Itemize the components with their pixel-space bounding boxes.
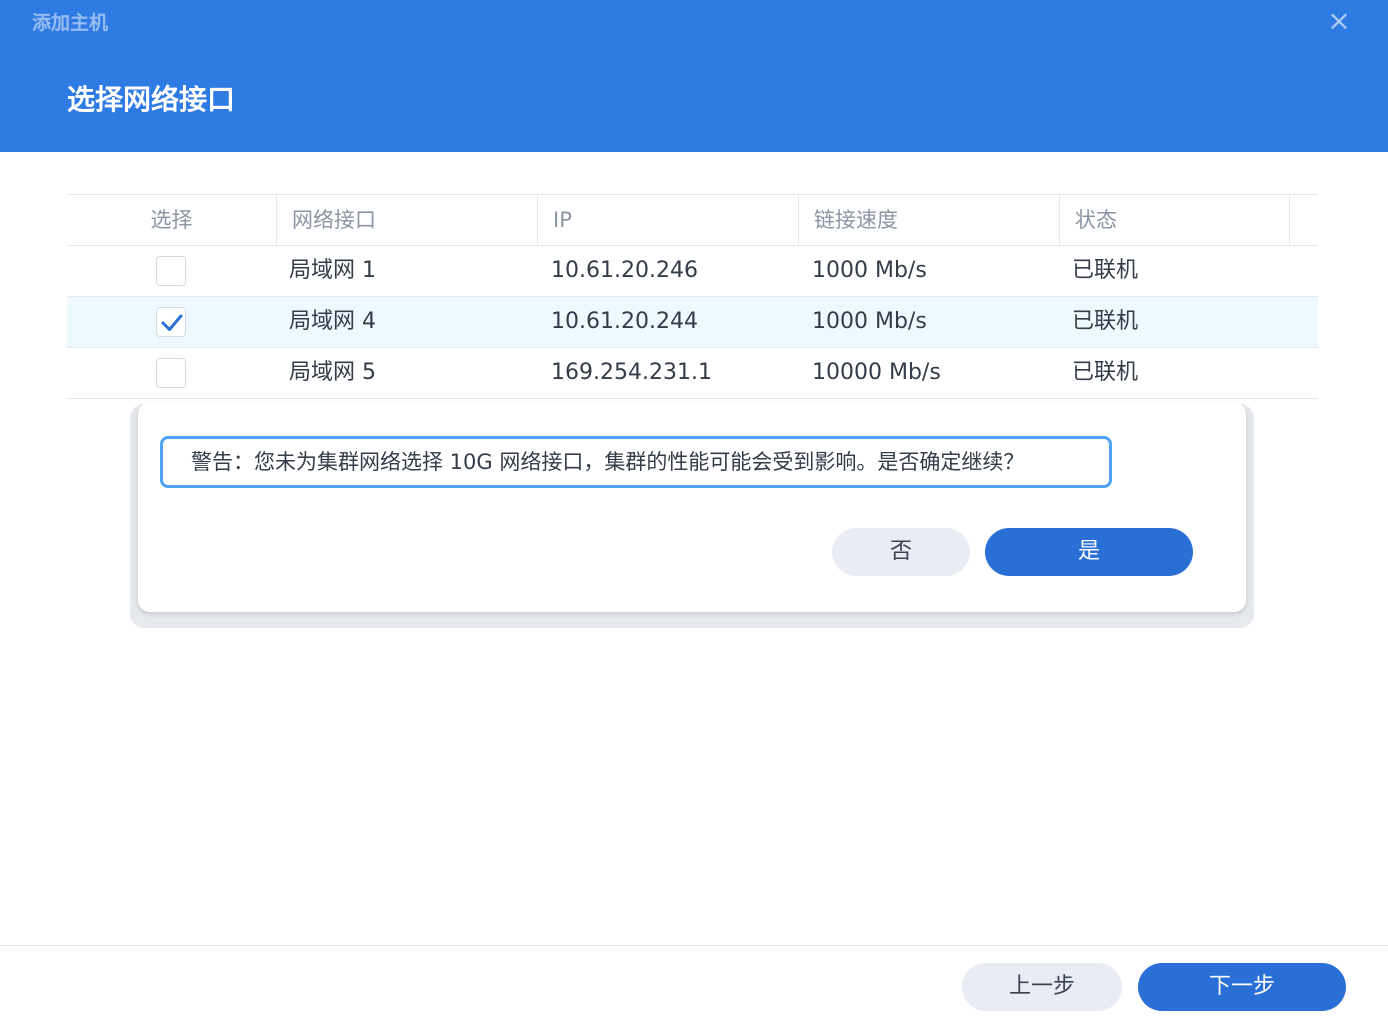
status-cell: 已联机 xyxy=(1072,258,1139,283)
footer-divider xyxy=(0,945,1388,946)
previous-step-button[interactable]: 上一步 xyxy=(962,963,1122,1011)
yes-button[interactable]: 是 xyxy=(985,528,1193,576)
network-interface-table: 选择 网络接口 IP 链接速度 状态 局域网 1 10.61.20.246 10… xyxy=(67,194,1318,399)
interface-cell: 局域网 1 xyxy=(289,258,376,283)
table-row[interactable]: 局域网 1 10.61.20.246 1000 Mb/s 已联机 xyxy=(67,246,1318,297)
status-cell: 已联机 xyxy=(1072,309,1139,334)
speed-cell: 1000 Mb/s xyxy=(812,309,927,334)
speed-cell: 10000 Mb/s xyxy=(812,360,941,385)
ip-cell: 10.61.20.244 xyxy=(551,309,698,334)
status-cell: 已联机 xyxy=(1072,360,1139,385)
next-step-button[interactable]: 下一步 xyxy=(1138,963,1346,1011)
speed-cell: 1000 Mb/s xyxy=(812,258,927,283)
row-checkbox[interactable] xyxy=(156,358,186,388)
close-icon[interactable]: × xyxy=(1322,4,1356,38)
page-title: 选择网络接口 xyxy=(67,83,236,116)
ip-cell: 169.254.231.1 xyxy=(551,360,712,385)
table-row[interactable]: 局域网 4 10.61.20.244 1000 Mb/s 已联机 xyxy=(67,297,1318,348)
ip-cell: 10.61.20.246 xyxy=(551,258,698,283)
row-checkbox[interactable] xyxy=(156,256,186,286)
column-header-select: 选择 xyxy=(150,208,193,232)
checkmark-icon xyxy=(161,314,183,331)
column-header-speed: 链接速度 xyxy=(798,195,1059,245)
table-header: 选择 网络接口 IP 链接速度 状态 xyxy=(67,195,1318,246)
column-header-interface: 网络接口 xyxy=(276,195,537,245)
interface-cell: 局域网 5 xyxy=(289,360,376,385)
row-checkbox[interactable] xyxy=(156,307,186,337)
column-header-status: 状态 xyxy=(1059,195,1290,245)
no-button[interactable]: 否 xyxy=(832,528,970,576)
interface-cell: 局域网 4 xyxy=(289,309,376,334)
table-row[interactable]: 局域网 5 169.254.231.1 10000 Mb/s 已联机 xyxy=(67,348,1318,399)
window-title: 添加主机 xyxy=(32,12,109,34)
dialog-header: 添加主机 × 选择网络接口 xyxy=(0,0,1388,152)
warning-message: 警告：您未为集群网络选择 10G 网络接口，集群的性能可能会受到影响。是否确定继… xyxy=(160,436,1112,488)
confirm-dialog: 警告：您未为集群网络选择 10G 网络接口，集群的性能可能会受到影响。是否确定继… xyxy=(138,402,1246,612)
column-header-ip: IP xyxy=(537,195,798,245)
